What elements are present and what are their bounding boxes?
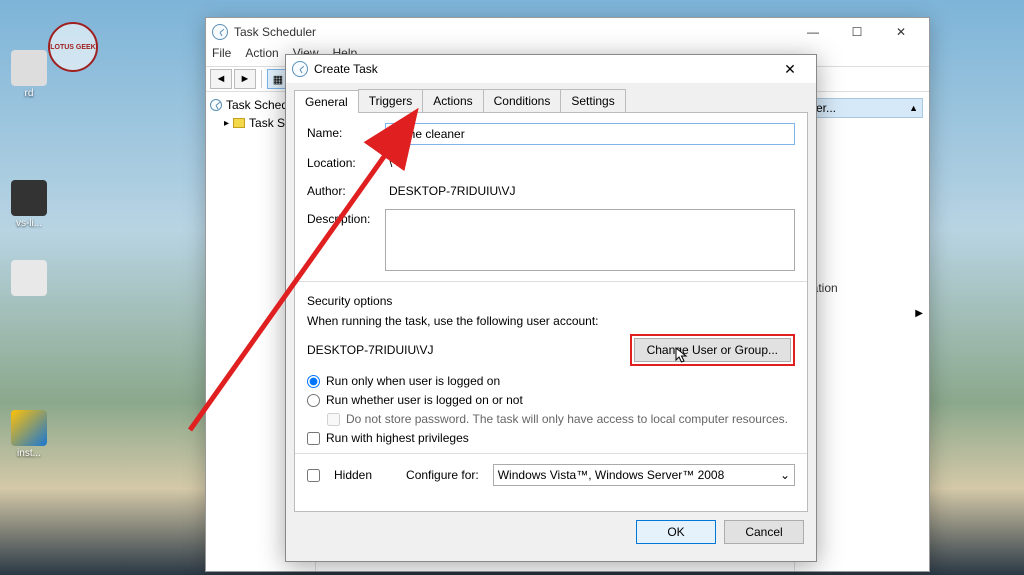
security-options-label: Security options: [307, 294, 795, 308]
configure-for-select[interactable]: Windows Vista™, Windows Server™ 2008 ⌄: [493, 464, 795, 486]
expander-icon[interactable]: ▸: [224, 118, 229, 129]
no-store-password-label: Do not store password. The task will onl…: [346, 412, 788, 426]
clock-icon: [292, 61, 308, 77]
name-label: Name:: [307, 123, 379, 140]
desktop-icon-label: vs-li...: [16, 218, 42, 229]
radio-logged-off-label: Run whether user is logged on or not: [326, 393, 523, 407]
desktop-icon[interactable]: inst...: [4, 410, 54, 459]
window-title: Task Scheduler: [234, 25, 791, 39]
desktop-icon-label: inst...: [17, 448, 41, 459]
close-button[interactable]: ✕: [770, 57, 810, 81]
desktop-icon[interactable]: rd: [4, 50, 54, 99]
location-value: \: [385, 153, 795, 173]
dialog-title: Create Task: [314, 62, 770, 76]
expand-icon[interactable]: ▶: [801, 308, 923, 319]
desktop-icon[interactable]: [4, 260, 54, 298]
user-account-value: DESKTOP-7RIDUIU\VJ: [307, 343, 433, 357]
forward-button[interactable]: ►: [234, 69, 256, 89]
annotation-highlight: Change User or Group...: [630, 334, 795, 366]
clock-icon: [212, 24, 228, 40]
description-label: Description:: [307, 209, 379, 226]
tab-conditions[interactable]: Conditions: [483, 89, 562, 112]
tab-general[interactable]: General: [294, 90, 359, 113]
chevron-down-icon: ⌄: [780, 468, 790, 482]
author-label: Author:: [307, 181, 379, 198]
radio-logged-on[interactable]: [307, 375, 320, 388]
desktop-icon-label: rd: [25, 88, 34, 99]
select-value: Windows Vista™, Windows Server™ 2008: [498, 468, 725, 482]
highest-privileges-label: Run with highest privileges: [326, 431, 469, 445]
back-button[interactable]: ◄: [210, 69, 232, 89]
when-running-label: When running the task, use the following…: [307, 314, 795, 328]
desktop-icon[interactable]: vs-li...: [4, 180, 54, 229]
menu-action[interactable]: Action: [245, 46, 278, 66]
collapse-icon[interactable]: ▲: [909, 103, 918, 113]
create-task-dialog: Create Task ✕ General Triggers Actions C…: [285, 54, 817, 562]
change-user-button[interactable]: Change User or Group...: [634, 338, 791, 362]
action-item[interactable]: uration: [801, 278, 923, 298]
action-header[interactable]: uter... ▲: [801, 98, 923, 118]
titlebar[interactable]: Create Task ✕: [286, 55, 816, 83]
tab-actions[interactable]: Actions: [422, 89, 483, 112]
close-button[interactable]: ✕: [879, 18, 923, 46]
divider: [261, 70, 262, 88]
file-icon: [11, 50, 47, 86]
configure-for-label: Configure for:: [406, 468, 479, 482]
ok-button[interactable]: OK: [636, 520, 716, 544]
titlebar[interactable]: Task Scheduler — ☐ ✕: [206, 18, 929, 46]
description-input[interactable]: [385, 209, 795, 271]
doc-icon: [11, 260, 47, 296]
folder-icon: [233, 118, 245, 128]
watermark-text: LOTUS GEEK: [50, 44, 96, 51]
watermark-logo: LOTUS GEEK: [48, 22, 98, 72]
cursor-icon: [675, 347, 689, 365]
checkbox-no-store-password: [327, 413, 340, 426]
tab-panel-general: Name: Location: \ Author: DESKTOP-7RIDUI…: [294, 112, 808, 512]
radio-logged-on-label: Run only when user is logged on: [326, 374, 500, 388]
shield-icon: [11, 410, 47, 446]
cancel-button[interactable]: Cancel: [724, 520, 804, 544]
tab-triggers[interactable]: Triggers: [358, 89, 424, 112]
checkbox-hidden[interactable]: [307, 469, 320, 482]
checkbox-highest-privileges[interactable]: [307, 432, 320, 445]
author-value: DESKTOP-7RIDUIU\VJ: [385, 181, 795, 201]
settings-icon: [11, 180, 47, 216]
tree-label: Task S: [249, 116, 285, 130]
clock-icon: [210, 99, 222, 111]
menu-file[interactable]: File: [212, 46, 231, 66]
tab-settings[interactable]: Settings: [560, 89, 625, 112]
radio-logged-off[interactable]: [307, 394, 320, 407]
name-input[interactable]: [385, 123, 795, 145]
maximize-button[interactable]: ☐: [835, 18, 879, 46]
location-label: Location:: [307, 153, 379, 170]
tab-strip: General Triggers Actions Conditions Sett…: [286, 83, 816, 112]
minimize-button[interactable]: —: [791, 18, 835, 46]
hidden-label: Hidden: [334, 468, 372, 482]
